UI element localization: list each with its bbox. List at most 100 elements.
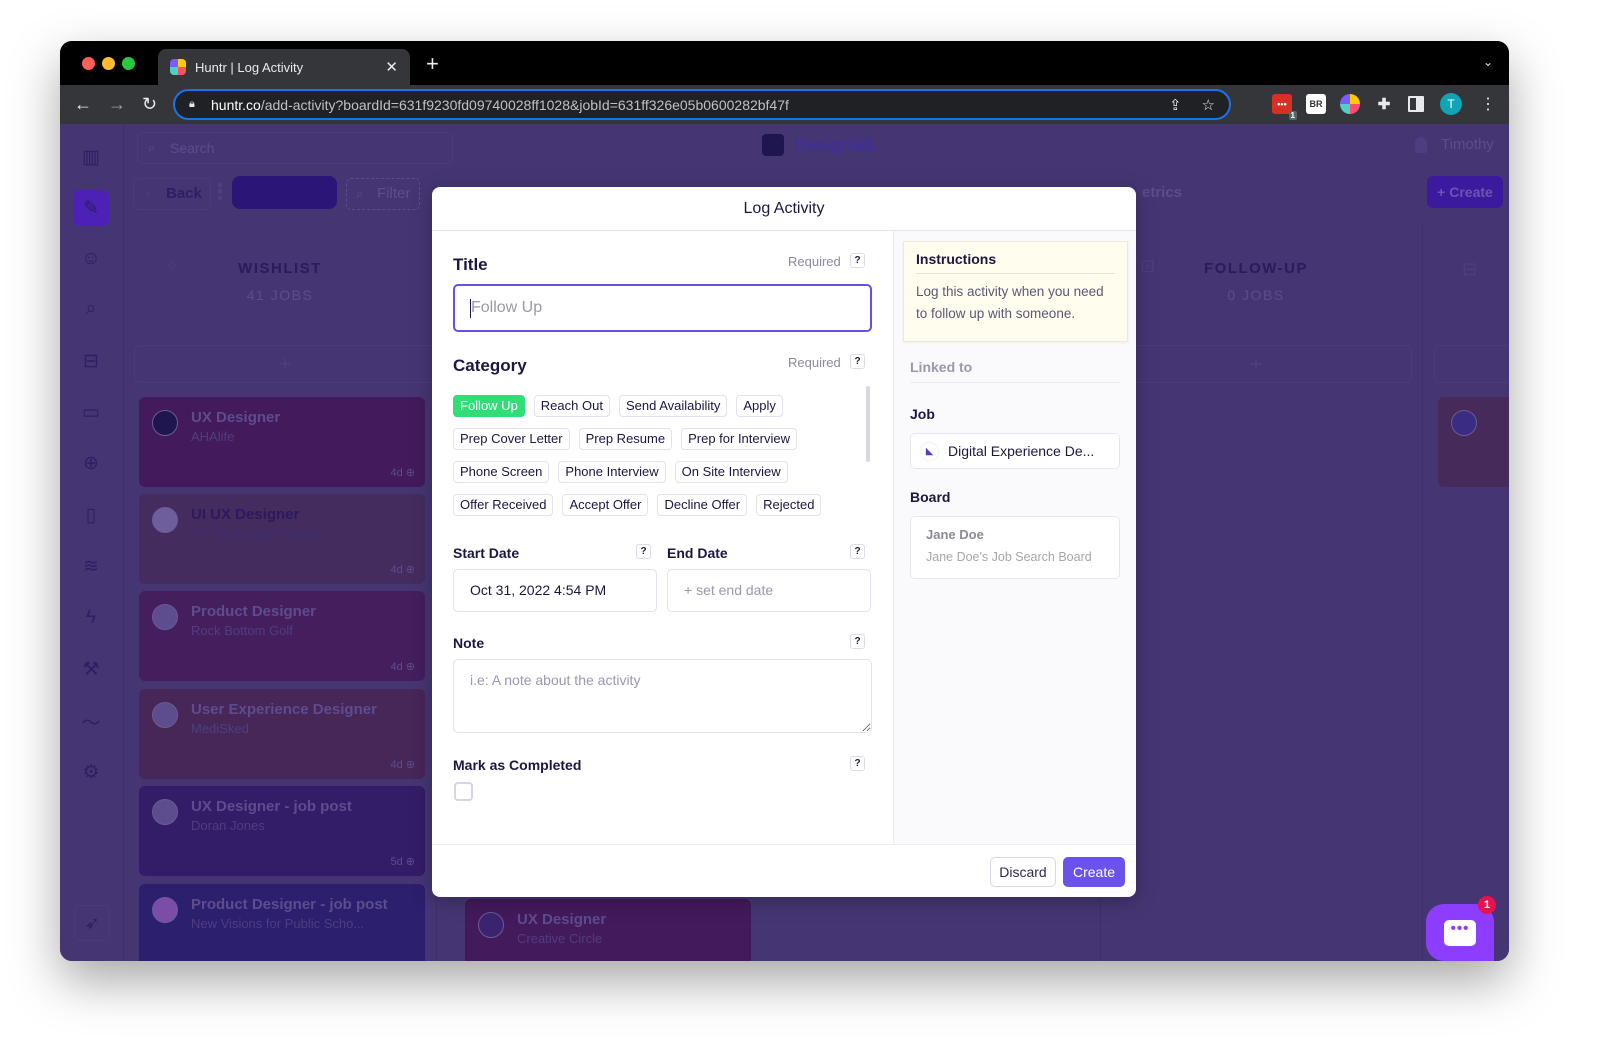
job-card[interactable]: Product Designer - job post New Visions … <box>139 884 425 961</box>
column-count: 0 JOBS <box>1227 287 1285 303</box>
end-date-input[interactable]: + set end date <box>667 569 871 612</box>
help-icon[interactable]: ? <box>850 544 865 559</box>
add-job-button[interactable]: + <box>134 345 436 383</box>
browser-menu-icon[interactable]: ⋮ <box>1480 94 1496 114</box>
filter-button[interactable]: ⌕ Filter <box>346 178 420 210</box>
category-chip-prep-resume[interactable]: Prep Resume <box>578 428 673 450</box>
feed-icon[interactable]: ≋ <box>74 549 108 583</box>
bolt-icon[interactable]: ϟ <box>74 601 108 635</box>
tab-search-chevron-icon[interactable]: ⌄ <box>1483 55 1493 69</box>
company-logo <box>1451 410 1477 436</box>
back-arrow-icon[interactable]: ← <box>74 93 92 115</box>
chat-launcher-button[interactable]: ••• 1 <box>1426 896 1496 961</box>
wrench-icon[interactable]: ⚒ <box>74 652 108 686</box>
address-bar[interactable]: 🔒︎ huntr.co /add-activity?boardId=631f92… <box>173 89 1231 120</box>
category-chip-rejected[interactable]: Rejected <box>756 494 822 516</box>
contacts-icon[interactable]: ☺ <box>74 242 108 276</box>
browser-tab-active[interactable]: Huntr | Log Activity ✕ <box>158 49 410 85</box>
job-card[interactable]: UX Designer - job post Doran Jones 5d ⊕ <box>139 786 425 876</box>
extension-huntr-icon[interactable] <box>1340 94 1360 114</box>
modal-title: Log Activity <box>432 187 1136 231</box>
category-chip-reach-out[interactable]: Reach Out <box>533 395 610 417</box>
user-menu[interactable]: Timothy <box>1415 136 1494 153</box>
share-icon[interactable]: ⇪ <box>1169 96 1182 114</box>
search-icon: ⌕ <box>356 186 364 201</box>
category-chip-accept-offer[interactable]: Accept Offer <box>562 494 649 516</box>
folder-icon[interactable]: ▭ <box>74 395 108 429</box>
category-chip-offer-received[interactable]: Offer Received <box>453 494 554 516</box>
discard-button[interactable]: Discard <box>990 857 1056 887</box>
new-tab-button[interactable]: + <box>426 53 439 75</box>
help-icon[interactable]: ? <box>636 544 651 559</box>
side-panel-icon[interactable] <box>1408 96 1424 112</box>
profile-avatar[interactable]: T <box>1440 93 1462 115</box>
board-selector[interactable] <box>232 176 337 209</box>
back-label: Back <box>166 185 202 202</box>
title-input[interactable] <box>453 284 872 332</box>
category-chip-send-availability[interactable]: Send Availability <box>618 395 728 417</box>
modal-form: Title Required ? Category Required ? Fol… <box>432 231 893 844</box>
company-name: Doran Jones <box>191 818 265 833</box>
help-icon[interactable]: ? <box>850 354 865 369</box>
trend-icon[interactable]: 〜 <box>74 704 108 738</box>
job-title: Product Designer <box>191 603 317 620</box>
sidebar: ▥ ✎ ☺ ⌕ ⊟ ▭ ⊕ ▯ ≋ ϟ ⚒ 〜 ⚙ ➶ <box>60 124 124 961</box>
job-label: Job <box>910 406 935 422</box>
briefcase-icon[interactable]: ⊟ <box>74 344 108 378</box>
help-icon[interactable]: ? <box>850 756 865 771</box>
linked-board[interactable]: Jane Doe Jane Doe's Job Search Board <box>910 516 1120 579</box>
job-card[interactable]: User Experience Designer MediSked 4d ⊕ <box>139 689 425 779</box>
job-card[interactable]: UX Designer AHAlife 4d ⊕ <box>139 397 425 487</box>
add-job-button[interactable]: + <box>1100 345 1412 383</box>
notebook-icon[interactable]: ▯ <box>74 498 108 532</box>
job-card[interactable]: UX Designer Creative Circle <box>465 899 751 961</box>
mark-completed-checkbox[interactable] <box>454 782 473 801</box>
minimize-window-button[interactable] <box>102 57 115 70</box>
maximize-window-button[interactable] <box>122 57 135 70</box>
rocket-icon[interactable]: ➶ <box>74 905 110 941</box>
search-icon[interactable]: ⌕ <box>74 292 108 326</box>
close-window-button[interactable] <box>82 57 95 70</box>
category-chip-follow-up[interactable]: Follow Up <box>453 395 525 417</box>
note-textarea[interactable] <box>453 659 872 733</box>
job-card[interactable]: Product Designer Rock Bottom Golf 4d ⊕ <box>139 591 425 681</box>
chart-icon[interactable]: ▥ <box>74 140 108 174</box>
create-button[interactable]: + Create <box>1427 176 1503 208</box>
extension-br-icon[interactable]: BR <box>1306 94 1326 114</box>
create-button[interactable]: Create <box>1063 857 1125 887</box>
pin-icon[interactable]: ✎ <box>73 190 109 226</box>
job-card[interactable] <box>1438 397 1509 487</box>
help-icon[interactable]: ? <box>850 634 865 649</box>
target-icon[interactable]: ⊕ <box>74 446 108 480</box>
job-card[interactable]: UI UX Designer The Princeton Review 4d ⊕ <box>139 494 425 584</box>
category-chip-prep-for-interview[interactable]: Prep for Interview <box>681 428 797 450</box>
tab-metrics[interactable]: etrics <box>1142 184 1182 201</box>
forward-arrow-icon[interactable]: → <box>108 93 126 115</box>
category-chip-decline-offer[interactable]: Decline Offer <box>657 494 748 516</box>
category-scrollbar[interactable] <box>866 386 870 462</box>
search-input[interactable]: ⌕ Search <box>137 132 453 164</box>
category-chip-on-site-interview[interactable]: On Site Interview <box>674 461 788 483</box>
add-job-button[interactable] <box>1434 345 1509 383</box>
extension-lastpass-icon[interactable]: ••• 1 <box>1272 94 1297 120</box>
gear-icon[interactable]: ⚙ <box>74 755 108 789</box>
category-chip-phone-screen[interactable]: Phone Screen <box>453 461 550 483</box>
column-divider <box>1422 224 1423 961</box>
start-date-input[interactable]: Oct 31, 2022 4:54 PM <box>453 569 657 612</box>
board-brand[interactable]: Designlab <box>762 134 875 156</box>
reload-icon[interactable]: ↻ <box>142 93 157 115</box>
extensions-puzzle-icon[interactable]: ✚ <box>1374 94 1394 114</box>
category-chip-apply[interactable]: Apply <box>736 395 783 417</box>
help-icon[interactable]: ? <box>850 253 865 268</box>
linked-job[interactable]: ◣ Digital Experience De... <box>910 433 1120 469</box>
back-button[interactable]: ‹ Back <box>133 178 211 210</box>
company-logo-icon: ◣ <box>921 442 938 460</box>
category-chip-prep-cover-letter[interactable]: Prep Cover Letter <box>453 428 570 450</box>
column-title: WISHLIST <box>238 260 322 277</box>
close-tab-icon[interactable]: ✕ <box>385 58 398 76</box>
more-options-icon[interactable]: ••• <box>210 182 230 201</box>
company-name: MediSked <box>191 721 249 736</box>
bookmark-star-icon[interactable]: ☆ <box>1202 96 1215 114</box>
category-chip-phone-interview[interactable]: Phone Interview <box>558 461 666 483</box>
search-icon: ⌕ <box>148 140 156 155</box>
